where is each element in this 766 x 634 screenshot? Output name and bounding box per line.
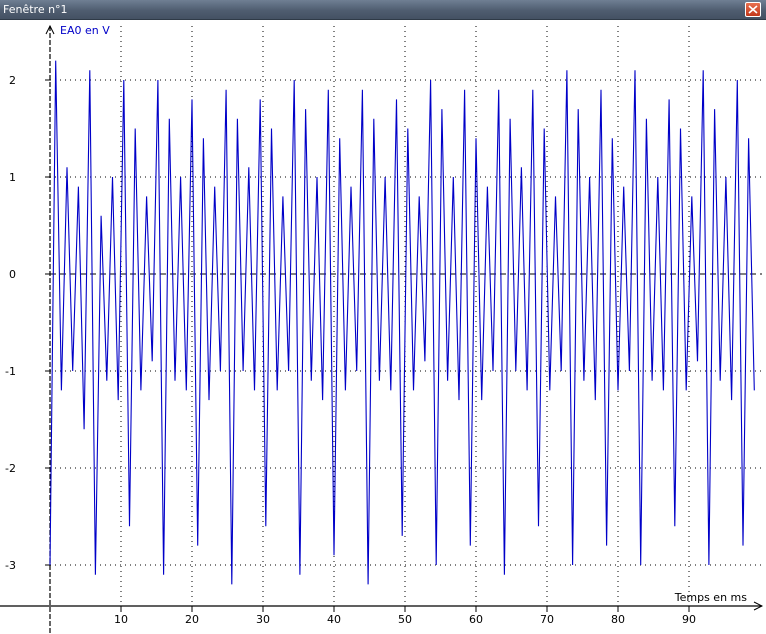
- plot-area[interactable]: 10 20 30 40 50 60 70 80 90 2 1 0 -1 -2 -3 EA0 en V Tem…: [0, 20, 766, 634]
- y-tick-label: 1: [9, 171, 16, 184]
- graph-window: Fenêtre n°1 10 20 30 40 50 60 70 80 90 2 1 0 -1 -2 -3 …: [0, 0, 766, 634]
- x-tick-label: 30: [256, 613, 270, 626]
- x-tick-label: 80: [611, 613, 625, 626]
- y-tick-label: -3: [5, 559, 16, 572]
- close-button[interactable]: [745, 2, 761, 17]
- x-tick-label: 70: [540, 613, 554, 626]
- x-tick-label: 60: [469, 613, 483, 626]
- window-titlebar[interactable]: Fenêtre n°1: [0, 0, 766, 20]
- y-tick-label: -1: [5, 365, 16, 378]
- y-tick-label: 0: [9, 268, 16, 281]
- x-tick-label: 20: [185, 613, 199, 626]
- y-tick-label: 2: [9, 74, 16, 87]
- x-tick-label: 90: [682, 613, 696, 626]
- window-title: Fenêtre n°1: [3, 3, 68, 16]
- x-axis-title: Temps en ms: [674, 591, 747, 604]
- x-tick-label: 40: [327, 613, 341, 626]
- signal-chart[interactable]: 10 20 30 40 50 60 70 80 90210-1-2-3 EA0 en V Tem…: [0, 20, 766, 634]
- x-tick-label: 10: [114, 613, 128, 626]
- series-layer: [49, 60, 755, 585]
- signal-line: [49, 60, 755, 585]
- labels-layer: 10 20 30 40 50 60 70 80 90210-1-2-3: [5, 74, 696, 626]
- y-tick-label: -2: [5, 462, 16, 475]
- close-icon: [748, 5, 758, 14]
- x-tick-label: 50: [398, 613, 412, 626]
- y-axis-title: EA0 en V: [60, 24, 110, 37]
